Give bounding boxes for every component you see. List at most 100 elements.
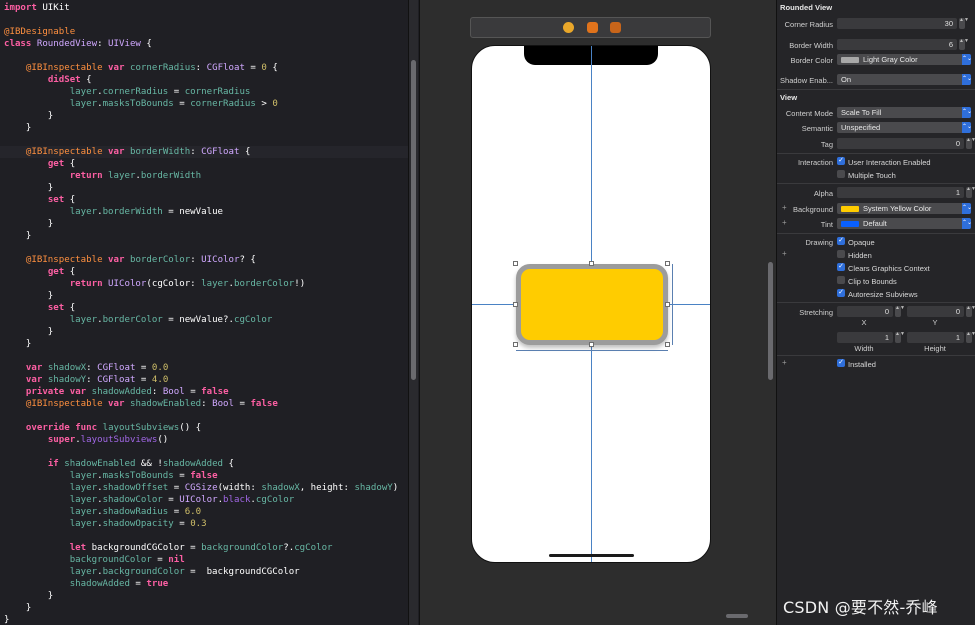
code-line[interactable]	[4, 50, 408, 62]
code-line[interactable]: }	[4, 326, 408, 338]
clears-graphics-checkbox[interactable]: ✓	[837, 263, 845, 271]
code-line[interactable]	[4, 350, 408, 362]
stretch-width-field[interactable]: 1	[837, 332, 893, 343]
code-line[interactable]	[4, 410, 408, 422]
exit-icon[interactable]	[610, 22, 621, 33]
code-line[interactable]: layer.shadowColor = UIColor.black.cgColo…	[4, 494, 408, 506]
canvas-horizontal-scrollbar[interactable]	[726, 614, 748, 618]
code-line[interactable]: override func layoutSubviews() {	[4, 422, 408, 434]
code-line[interactable]: if shadowEnabled && !shadowAdded {	[4, 458, 408, 470]
code-line[interactable]: var shadowX: CGFloat = 0.0	[4, 362, 408, 374]
code-line[interactable]: }	[4, 614, 408, 625]
resize-handle-top-left[interactable]	[513, 261, 518, 266]
corner-radius-field[interactable]: 30	[837, 18, 957, 29]
canvas-vertical-scrollbar[interactable]	[768, 262, 773, 380]
border-color-popup[interactable]: Light Gray Color ⌃⌄	[837, 54, 972, 65]
tag-stepper[interactable]: ▲▼	[966, 137, 975, 149]
code-line[interactable]: super.layoutSubviews()	[4, 434, 408, 446]
resize-handle-left[interactable]	[513, 302, 518, 307]
code-line[interactable]: }	[4, 230, 408, 242]
code-line[interactable]: private var shadowAdded: Bool = false	[4, 386, 408, 398]
code-line[interactable]: layer.backgroundColor = backgroundCGColo…	[4, 566, 408, 578]
code-line[interactable]: layer.shadowOpacity = 0.3	[4, 518, 408, 530]
code-line[interactable]: set {	[4, 194, 408, 206]
code-line[interactable]	[4, 134, 408, 146]
code-line[interactable]: return UIColor(cgColor: layer.borderColo…	[4, 278, 408, 290]
code-line[interactable]: }	[4, 122, 408, 134]
stretch-x-field[interactable]: 0	[837, 306, 893, 317]
border-width-stepper[interactable]: ▲▼	[959, 38, 969, 50]
code-line[interactable]: layer.shadowRadius = 6.0	[4, 506, 408, 518]
stretch-height-field[interactable]: 1	[907, 332, 964, 343]
code-line[interactable]: get {	[4, 266, 408, 278]
code-line[interactable]: set {	[4, 302, 408, 314]
code-line[interactable]: layer.cornerRadius = cornerRadius	[4, 86, 408, 98]
code-line[interactable]: @IBDesignable	[4, 26, 408, 38]
code-line[interactable]: class RoundedView: UIView {	[4, 38, 408, 50]
rounded-view[interactable]	[516, 264, 668, 345]
content-mode-popup[interactable]: Scale To Fill ⌃⌄	[837, 107, 972, 118]
border-width-field[interactable]: 6	[837, 39, 957, 50]
code-line[interactable]: didSet {	[4, 74, 408, 86]
code-editor[interactable]: import UIKit @IBDesignable class RoundedV…	[0, 0, 408, 625]
semantic-popup[interactable]: Unspecified ⌃⌄	[837, 122, 972, 133]
code-line[interactable]	[4, 242, 408, 254]
view-controller-icon[interactable]	[563, 22, 574, 33]
stretch-x-stepper[interactable]: ▲▼	[895, 305, 905, 317]
shadow-enabled-popup[interactable]: On ⌃⌄	[837, 74, 972, 85]
code-line[interactable]: shadowAdded = true	[4, 578, 408, 590]
stretch-y-field[interactable]: 0	[907, 306, 964, 317]
code-line[interactable]	[4, 530, 408, 542]
tint-popup[interactable]: Default ⌃⌄	[837, 218, 972, 229]
opaque-checkbox[interactable]: ✓	[837, 237, 845, 245]
code-line[interactable]	[4, 446, 408, 458]
code-line[interactable]: layer.masksToBounds = false	[4, 470, 408, 482]
resize-handle-top-right[interactable]	[665, 261, 670, 266]
code-line[interactable]: }	[4, 338, 408, 350]
alpha-stepper[interactable]: ▲▼	[966, 186, 975, 198]
code-line[interactable]	[4, 14, 408, 26]
code-line[interactable]: }	[4, 110, 408, 122]
code-line[interactable]: layer.borderColor = newValue?.cgColor	[4, 314, 408, 326]
add-variation-icon[interactable]: +	[782, 249, 787, 258]
stretch-y-stepper[interactable]: ▲▼	[966, 305, 975, 317]
resize-handle-bottom-right[interactable]	[665, 342, 670, 347]
interface-builder-canvas[interactable]	[419, 0, 776, 625]
code-line[interactable]: @IBInspectable var shadowEnabled: Bool =…	[4, 398, 408, 410]
code-line[interactable]: }	[4, 290, 408, 302]
hidden-checkbox[interactable]	[837, 250, 845, 258]
code-line[interactable]: layer.shadowOffset = CGSize(width: shado…	[4, 482, 408, 494]
resize-handle-right[interactable]	[665, 302, 670, 307]
corner-radius-stepper[interactable]: ▲▼	[959, 17, 969, 29]
autoresize-checkbox[interactable]: ✓	[837, 289, 845, 297]
alpha-field[interactable]: 1	[837, 187, 964, 198]
code-line[interactable]: var shadowY: CGFloat = 4.0	[4, 374, 408, 386]
code-text[interactable]: import UIKit @IBDesignable class RoundedV…	[0, 2, 408, 625]
code-line[interactable]: }	[4, 182, 408, 194]
code-line[interactable]: let backgroundCGColor = backgroundColor?…	[4, 542, 408, 554]
tag-field[interactable]: 0	[837, 138, 964, 149]
installed-checkbox[interactable]: ✓	[837, 359, 845, 367]
stretch-height-stepper[interactable]: ▲▼	[966, 331, 975, 343]
user-interaction-checkbox[interactable]: ✓	[837, 157, 845, 165]
background-popup[interactable]: System Yellow Color ⌃⌄	[837, 203, 972, 214]
code-line[interactable]: }	[4, 218, 408, 230]
code-line[interactable]: }	[4, 602, 408, 614]
code-line[interactable]: get {	[4, 158, 408, 170]
code-line[interactable]: return layer.borderWidth	[4, 170, 408, 182]
code-line[interactable]: @IBInspectable var borderColor: UIColor?…	[4, 254, 408, 266]
first-responder-icon[interactable]	[587, 22, 598, 33]
code-line[interactable]: }	[4, 590, 408, 602]
code-line[interactable]: @IBInspectable var cornerRadius: CGFloat…	[4, 62, 408, 74]
code-line[interactable]: layer.masksToBounds = cornerRadius > 0	[4, 98, 408, 110]
code-line[interactable]: backgroundColor = nil	[4, 554, 408, 566]
code-line[interactable]: import UIKit	[4, 2, 408, 14]
resize-handle-bottom[interactable]	[589, 342, 594, 347]
stretch-width-stepper[interactable]: ▲▼	[895, 331, 905, 343]
editor-scrollbar[interactable]	[411, 60, 416, 380]
add-variation-icon[interactable]: +	[782, 358, 787, 367]
multiple-touch-checkbox[interactable]	[837, 170, 845, 178]
code-line[interactable]: @IBInspectable var borderWidth: CGFloat …	[0, 146, 408, 158]
resize-handle-top[interactable]	[589, 261, 594, 266]
clip-to-bounds-checkbox[interactable]	[837, 276, 845, 284]
